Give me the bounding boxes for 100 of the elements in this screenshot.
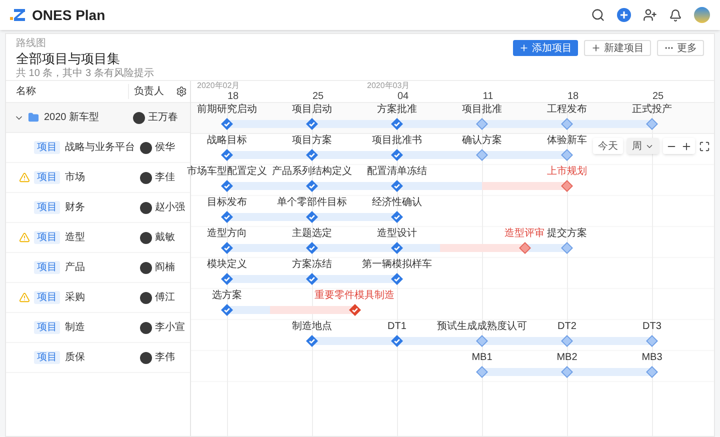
owner-name: 赵小强 xyxy=(155,200,185,215)
project-tag: 项目 xyxy=(34,351,60,364)
milestone-label: MB1 xyxy=(472,352,492,364)
zoom-in-icon[interactable] xyxy=(681,140,692,152)
milestone-icon[interactable] xyxy=(561,149,573,161)
user-avatar[interactable] xyxy=(694,7,710,23)
milestone-icon[interactable] xyxy=(561,242,573,254)
plus-icon xyxy=(591,43,601,53)
milestone-check-icon[interactable] xyxy=(221,211,233,223)
milestone-icon[interactable] xyxy=(476,149,488,161)
milestone-check-icon[interactable] xyxy=(221,180,233,192)
project-row[interactable]: 项目 质保 李伟 xyxy=(6,343,190,373)
milestone-label: 造型方向 xyxy=(207,228,247,240)
owner-name: 阎楠 xyxy=(155,260,175,275)
new-project-button[interactable]: 新建项目 xyxy=(584,40,651,56)
milestone-label: 单个零部件目标 xyxy=(277,197,347,209)
avatar xyxy=(140,232,152,244)
milestone-icon[interactable] xyxy=(561,180,573,192)
project-tag: 项目 xyxy=(34,201,60,214)
column-header: 负责人 xyxy=(128,84,174,99)
avatar xyxy=(140,322,152,334)
group-row[interactable]: 2020 新车型 王万春 xyxy=(6,103,190,133)
milestone-check-icon[interactable] xyxy=(348,304,360,316)
milestone-check-icon[interactable] xyxy=(391,242,403,254)
owner-name: 傅江 xyxy=(155,291,175,305)
today-button[interactable]: 今天 xyxy=(593,138,623,154)
milestone-label: 方案冻结 xyxy=(292,259,332,271)
project-row[interactable]: 项目 战略与业务平台 侯华 xyxy=(6,133,190,163)
notification-icon[interactable] xyxy=(669,8,682,22)
milestone-label: 确认方案 xyxy=(462,135,502,147)
settings-icon[interactable] xyxy=(176,86,187,97)
milestone-label: 市场车型配置定义 xyxy=(187,166,267,178)
owner-name: 李小宣 xyxy=(155,320,185,335)
project-row[interactable]: 项目 财务 赵小强 xyxy=(6,193,190,223)
milestone-label: DT1 xyxy=(388,321,406,333)
milestone-check-icon[interactable] xyxy=(306,242,318,254)
milestone-check-icon[interactable] xyxy=(391,335,403,347)
milestone-icon[interactable] xyxy=(561,366,573,378)
milestone-check-icon[interactable] xyxy=(221,273,233,285)
milestone-icon[interactable] xyxy=(561,335,573,347)
column-header: 名称 xyxy=(15,85,37,99)
milestone-label: MB3 xyxy=(642,352,662,364)
milestone-label: 体验新车 xyxy=(547,135,587,147)
milestone-check-icon[interactable] xyxy=(306,149,318,161)
page-title: 全部项目与项目集 xyxy=(16,50,121,67)
project-tag: 项目 xyxy=(34,171,60,184)
add-project-button[interactable]: 添加项目 xyxy=(513,40,578,56)
month-label: 2020年02月 xyxy=(197,81,240,91)
milestone-icon[interactable] xyxy=(476,366,488,378)
milestone-check-icon[interactable] xyxy=(221,118,233,130)
project-name: 战略与业务平台 xyxy=(65,140,136,155)
milestone-label: 项目启动 xyxy=(292,104,332,116)
week-label: 25 xyxy=(312,91,324,102)
add-user-icon[interactable] xyxy=(643,8,657,22)
week-label: 18 xyxy=(227,91,239,102)
project-row[interactable]: 项目 制造 李小宣 xyxy=(6,313,190,343)
milestone-check-icon[interactable] xyxy=(306,211,318,223)
milestone-icon[interactable] xyxy=(518,242,530,254)
more-button[interactable]: 更多 xyxy=(657,40,704,56)
milestone-check-icon[interactable] xyxy=(391,211,403,223)
avatar xyxy=(133,112,145,124)
project-name: 造型 xyxy=(65,230,86,245)
milestone-icon[interactable] xyxy=(476,118,488,130)
milestone-label: 项目批准书 xyxy=(372,135,422,147)
milestone-check-icon[interactable] xyxy=(221,149,233,161)
project-row[interactable]: 项目 产品 阎楠 xyxy=(6,253,190,283)
owner-name: 王万春 xyxy=(148,111,178,125)
owner-name: 李伟 xyxy=(155,350,175,365)
search-icon[interactable] xyxy=(591,8,605,22)
milestone-icon[interactable] xyxy=(646,366,658,378)
milestone-check-icon[interactable] xyxy=(221,242,233,254)
fullscreen-icon[interactable] xyxy=(699,140,710,152)
project-row[interactable]: 项目 采购 傅江 xyxy=(6,283,190,313)
logo-icon xyxy=(10,8,26,22)
milestone-check-icon[interactable] xyxy=(306,118,318,130)
month-label: 2020年03月 xyxy=(367,81,410,91)
milestone-label: 配置清单冻结 xyxy=(367,166,427,178)
milestone-check-icon[interactable] xyxy=(391,273,403,285)
milestone-check-icon[interactable] xyxy=(391,118,403,130)
milestone-check-icon[interactable] xyxy=(221,304,233,316)
milestone-label: DT3 xyxy=(642,321,662,333)
milestone-icon[interactable] xyxy=(646,118,658,130)
scale-dropdown[interactable]: 周 xyxy=(627,138,659,154)
milestone-icon[interactable] xyxy=(646,335,658,347)
milestone-check-icon[interactable] xyxy=(306,273,318,285)
milestone-check-icon[interactable] xyxy=(391,149,403,161)
milestone-check-icon[interactable] xyxy=(306,180,318,192)
milestone-check-icon[interactable] xyxy=(391,180,403,192)
week-label: 25 xyxy=(652,91,664,102)
milestone-icon[interactable] xyxy=(561,118,573,130)
project-row[interactable]: 项目 造型 戴敏 xyxy=(6,223,190,253)
milestone-check-icon[interactable] xyxy=(306,335,318,347)
project-tag: 项目 xyxy=(34,291,60,304)
milestone-label: 战略目标 xyxy=(207,135,247,147)
project-tag: 项目 xyxy=(34,261,60,274)
milestone-label: 造型评审 xyxy=(504,228,544,240)
milestone-icon[interactable] xyxy=(476,335,488,347)
add-icon[interactable] xyxy=(617,8,631,22)
project-name: 市场 xyxy=(65,170,86,185)
avatar xyxy=(140,142,152,154)
